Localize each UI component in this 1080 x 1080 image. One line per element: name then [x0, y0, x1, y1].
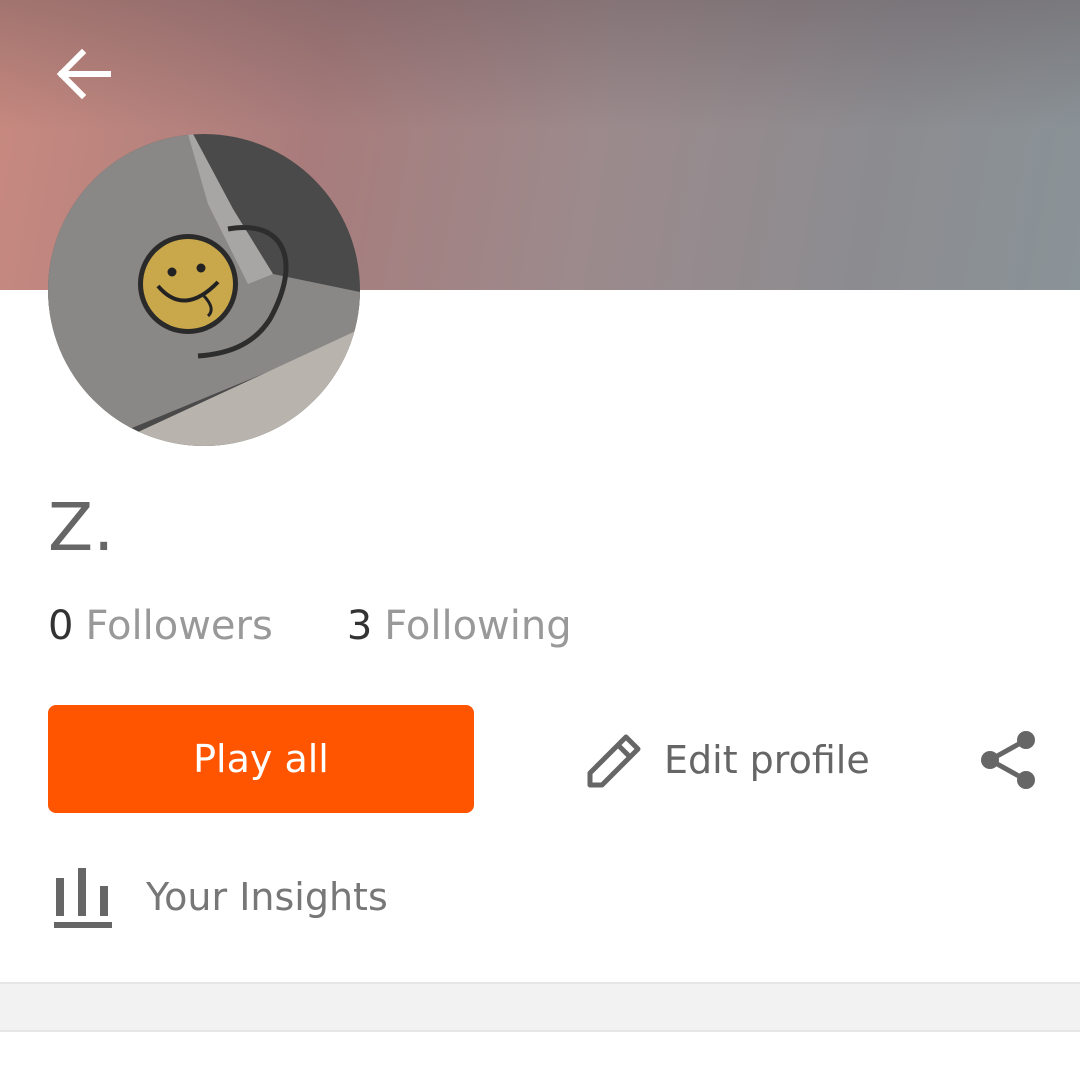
following-label: Following	[384, 603, 572, 649]
edit-profile-label: Edit profile	[664, 738, 870, 782]
following-count: 3	[346, 603, 373, 649]
back-button[interactable]	[50, 44, 116, 104]
arrow-left-icon	[56, 48, 111, 100]
play-all-button[interactable]: Play all	[48, 705, 474, 813]
profile-name: Z.	[48, 489, 115, 566]
following-stat[interactable]: 3 Following	[347, 600, 572, 652]
avatar	[48, 134, 360, 446]
bar-chart-icon	[54, 868, 112, 928]
edit-profile-button[interactable]: Edit profile	[584, 728, 870, 792]
followers-count: 0	[48, 603, 74, 649]
section-divider	[0, 982, 1080, 1032]
your-insights-label: Your Insights	[146, 875, 388, 919]
share-button[interactable]	[978, 728, 1042, 792]
profile-stats: 0 Followers 3 Following	[48, 600, 572, 652]
your-insights-button[interactable]: Your Insights	[52, 864, 388, 930]
followers-stat[interactable]: 0 Followers	[48, 600, 273, 652]
pencil-icon	[587, 734, 641, 788]
followers-label: Followers	[85, 603, 273, 649]
share-icon	[981, 731, 1035, 789]
